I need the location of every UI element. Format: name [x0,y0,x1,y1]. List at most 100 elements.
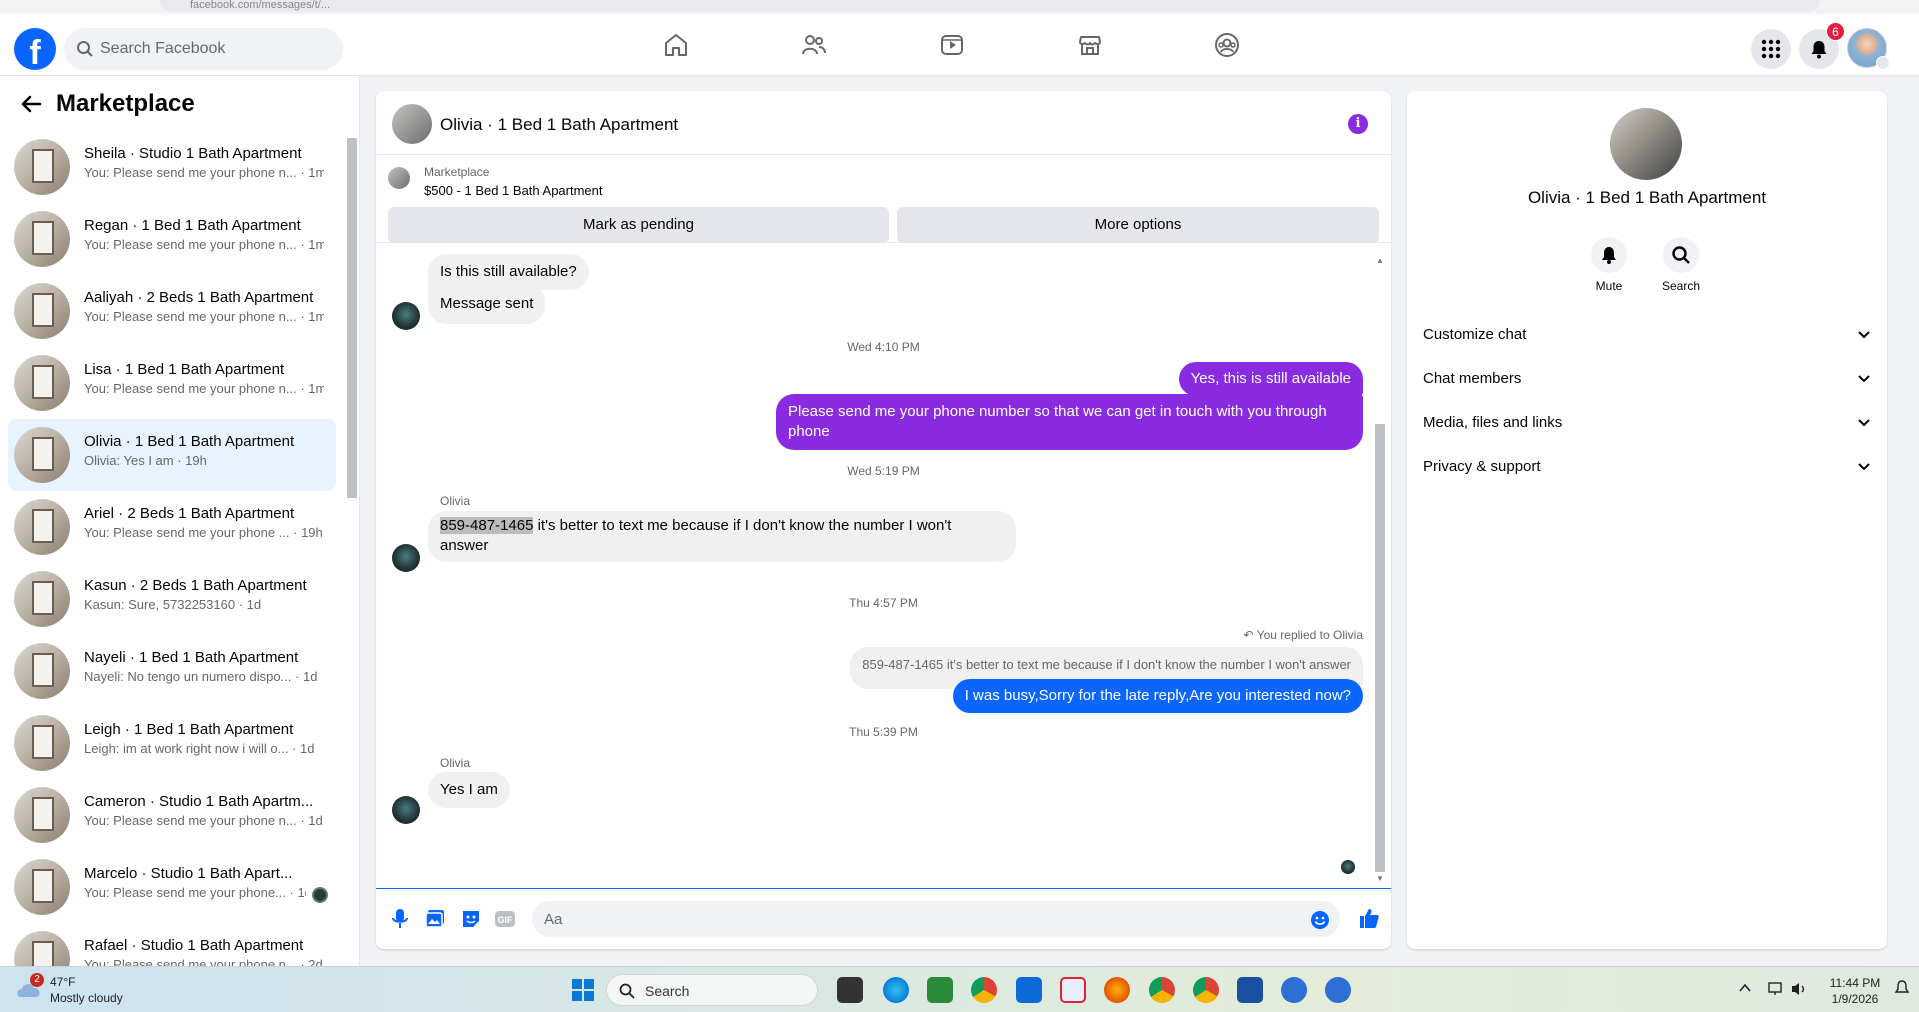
snipping-tool-icon[interactable] [1060,977,1086,1003]
conversation-item[interactable]: Aaliyah · 2 Beds 1 Bath Apartment You: Pl… [8,275,336,347]
listing-thumbnail[interactable] [388,167,410,189]
more-options-button[interactable]: More options [897,207,1379,243]
listing-avatar [14,499,70,555]
mark-as-pending-button[interactable]: Mark as pending [388,207,889,243]
listing-avatar-large[interactable] [1610,108,1682,180]
conversation-item[interactable]: Rafael · Studio 1 Bath Apartment You: Ple… [8,923,336,966]
search-label: Search [1661,279,1701,293]
conversation-item[interactable]: Leigh · 1 Bed 1 Bath Apartment Leigh: im … [8,707,336,779]
friends-icon[interactable] [800,31,828,59]
taskbar-search[interactable]: Search [606,974,818,1006]
windows-start-icon[interactable] [572,979,594,1001]
conversation-item[interactable]: Ariel · 2 Beds 1 Bath Apartment You: Plea… [8,491,336,563]
groups-icon[interactable] [1213,31,1241,59]
listing-avatar [14,931,70,966]
conversation-item[interactable]: Regan · 1 Bed 1 Bath Apartment You: Pleas… [8,203,336,275]
incoming-message[interactable]: 859-487-1465 it's better to text me beca… [428,511,1016,562]
conversation-preview: You: Please send me your phone n... · 1m [84,381,324,396]
mute-action[interactable]: Mute [1579,237,1639,293]
outgoing-message[interactable]: Yes, this is still available [1178,362,1363,396]
url-field[interactable]: facebook.com/messages/t/... [160,0,1820,12]
task-view-icon[interactable] [837,977,863,1003]
section-label: Media, files and links [1423,414,1563,431]
firefox-icon[interactable] [1104,977,1130,1003]
timestamp: Thu 4:57 PM [849,596,918,610]
emoji-icon[interactable] [1310,910,1330,930]
photo-icon[interactable] [424,908,446,930]
chat-scroll-thumb[interactable] [1375,424,1385,872]
phone-number-highlight[interactable]: 859-487-1465 [440,517,534,534]
network-icon[interactable] [1768,981,1786,997]
marketplace-icon[interactable] [1076,31,1104,59]
conversation-item-active[interactable]: Olivia · 1 Bed 1 Bath Apartment Olivia: Y… [8,419,336,491]
notification-bell-icon[interactable] [1894,979,1910,997]
chat-scrollbar[interactable]: ▲ ▼ [1373,254,1387,886]
video-icon[interactable] [938,31,966,59]
sender-name: Olivia [440,494,471,508]
info-icon[interactable]: i [1348,114,1368,134]
conversation-preview: Nayeli: No tengo un numero dispo... · 1d [84,669,324,684]
system-clock[interactable]: 11:44 PM 1/9/2026 [1820,975,1890,1007]
conversation-title: Ariel · 2 Beds 1 Bath Apartment [84,505,295,522]
search-input[interactable] [100,28,330,70]
listing-avatar [14,139,70,195]
weather-widget[interactable]: 2 47°F Mostly cloudy [14,973,123,1005]
sticker-icon[interactable] [460,908,482,930]
message-input[interactable] [532,901,1340,937]
chrome-profile-icon[interactable] [1193,977,1219,1003]
message-composer: GIF [376,888,1391,949]
sender-avatar [392,544,420,572]
account-caret-icon[interactable] [1876,56,1890,70]
page-scrollbar[interactable] [1903,76,1919,966]
back-arrow-icon[interactable] [20,94,42,114]
chat-avatar[interactable] [392,104,432,144]
conversation-title: Sheila · Studio 1 Bath Apartment [84,145,302,162]
media-files-links-section[interactable]: Media, files and links [1423,403,1871,443]
conversation-item[interactable]: Cameron · Studio 1 Bath Apartm... You: Pl… [8,779,336,851]
incoming-message[interactable]: Message sent [428,284,546,324]
conversation-title: Marcelo · Studio 1 Bath Apart... [84,865,293,882]
search-action[interactable]: Search [1651,237,1711,293]
outgoing-reply-message[interactable]: I was busy,Sorry for the late reply,Are … [952,679,1363,713]
volume-icon[interactable] [1790,981,1808,997]
microphone-icon[interactable] [390,908,410,930]
chrome-profile-icon[interactable] [1149,977,1175,1003]
chat-title[interactable]: Olivia · 1 Bed 1 Bath Apartment [440,115,678,135]
conversation-list: Sheila · Studio 1 Bath Apartment You: Ple… [8,131,336,966]
message-text: it's better to text me because if I don'… [533,517,952,534]
sidebar-scrollbar[interactable] [345,128,357,964]
privacy-support-section[interactable]: Privacy & support [1423,447,1871,487]
gif-icon[interactable]: GIF [494,908,516,930]
thumbs-up-icon[interactable] [1358,907,1380,929]
listing-avatar [14,715,70,771]
chrome-icon[interactable] [971,977,997,1003]
home-icon[interactable] [662,31,690,59]
conversation-item[interactable]: Nayeli · 1 Bed 1 Bath Apartment Nayeli: N… [8,635,336,707]
mail-icon[interactable] [1325,977,1351,1003]
conversation-item[interactable]: Sheila · Studio 1 Bath Apartment You: Ple… [8,131,336,203]
listing-avatar [14,571,70,627]
edge-icon[interactable] [883,977,909,1003]
menu-button[interactable] [1751,29,1791,69]
scroll-down-arrow-icon[interactable]: ▼ [1375,874,1385,884]
app-icon[interactable] [1016,977,1042,1003]
chevron-up-icon[interactable] [1738,981,1752,995]
conversation-item[interactable]: Marcelo · Studio 1 Bath Apart... You: Ple… [8,851,336,923]
chat-members-section[interactable]: Chat members [1423,359,1871,399]
scroll-up-arrow-icon[interactable]: ▲ [1375,256,1385,266]
incoming-message[interactable]: Yes I am [428,772,510,808]
sender-name: Olivia [440,756,471,770]
listing-price[interactable]: $500 - 1 Bed 1 Bath Apartment [424,183,603,198]
vpn-icon[interactable] [1237,977,1263,1003]
weather-description: Mostly cloudy [50,991,123,1005]
excel-icon[interactable] [927,977,953,1003]
preview-time: · 19h [293,525,323,540]
sidebar-scroll-thumb[interactable] [347,138,357,498]
facebook-logo[interactable]: f [14,28,56,70]
customize-chat-section[interactable]: Customize chat [1423,315,1871,355]
conversation-item[interactable]: Lisa · 1 Bed 1 Bath Apartment You: Please… [8,347,336,419]
conversation-item[interactable]: Kasun · 2 Beds 1 Bath Apartment Kasun: Su… [8,563,336,635]
outgoing-message[interactable]: Please send me your phone number so that… [776,394,1363,450]
mail-icon[interactable] [1281,977,1307,1003]
facebook-search[interactable] [64,28,343,70]
